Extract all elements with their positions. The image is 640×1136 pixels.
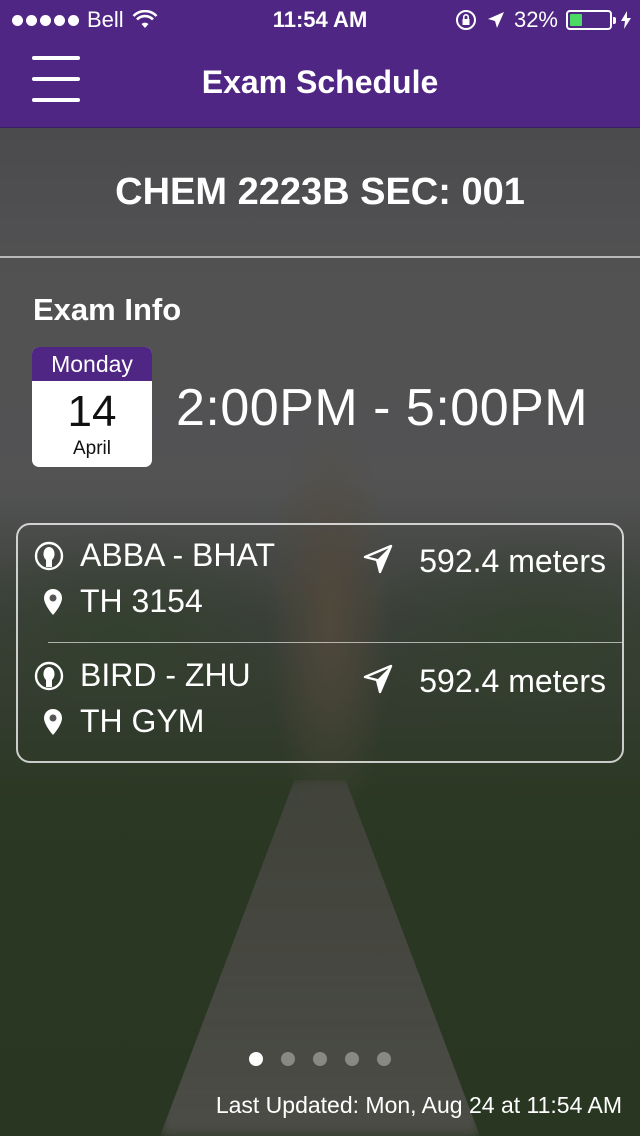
- exam-locations-card: ABBA - BHAT TH 3154 592.4 meters BIRD - …: [16, 523, 624, 763]
- page-dot[interactable]: [313, 1052, 327, 1066]
- page-dot[interactable]: [377, 1052, 391, 1066]
- page-indicator[interactable]: [0, 1052, 640, 1066]
- location-pin-icon: [44, 709, 62, 735]
- person-icon: [34, 661, 64, 691]
- student-range: BIRD - ZHU: [80, 657, 251, 693]
- page-title: Exam Schedule: [201, 64, 439, 100]
- calendar-month: April: [72, 438, 111, 459]
- last-updated-label: Last Updated: Mon, Aug 24 at 11:54 AM: [215, 1092, 622, 1118]
- location-arrow-icon: [487, 12, 504, 28]
- location-row[interactable]: ABBA - BHAT TH 3154 592.4 meters: [18, 525, 622, 643]
- battery-fill: [570, 14, 583, 26]
- exam-info-label: Exam Info: [33, 292, 182, 327]
- calendar-weekday: Monday: [32, 347, 152, 381]
- exam-time-range: 2:00PM - 5:00PM: [176, 379, 589, 437]
- room-label: TH 3154: [80, 583, 203, 619]
- distance-label: 592.4 meters: [419, 543, 606, 579]
- person-icon: [34, 541, 64, 571]
- navigation-arrow-icon: [363, 544, 393, 574]
- top-bar: Bell 11:54 AM 32% Exam Schedule: [0, 0, 640, 128]
- battery-icon: [566, 10, 616, 30]
- battery-percent: 32%: [513, 7, 558, 32]
- location-row[interactable]: BIRD - ZHU TH GYM 592.4 meters: [18, 645, 622, 763]
- room-label: TH GYM: [80, 703, 205, 739]
- page-dot[interactable]: [345, 1052, 359, 1066]
- page-dot[interactable]: [249, 1052, 263, 1066]
- student-range: ABBA - BHAT: [80, 537, 276, 573]
- page-dot[interactable]: [281, 1052, 295, 1066]
- distance-label: 592.4 meters: [419, 663, 606, 699]
- status-bar: Bell 11:54 AM 32%: [0, 0, 640, 40]
- nav-bar: Exam Schedule: [0, 40, 640, 128]
- calendar-day: 14: [67, 387, 117, 436]
- orientation-lock-icon: [455, 10, 476, 30]
- row-divider: [48, 642, 622, 643]
- course-heading: CHEM 2223B SEC: 001: [0, 128, 640, 258]
- charging-icon: [621, 11, 631, 29]
- navigation-arrow-icon: [363, 664, 393, 694]
- location-pin-icon: [44, 589, 62, 615]
- status-right: 32%: [454, 0, 632, 40]
- calendar-date-badge: Monday 14 April: [32, 347, 152, 467]
